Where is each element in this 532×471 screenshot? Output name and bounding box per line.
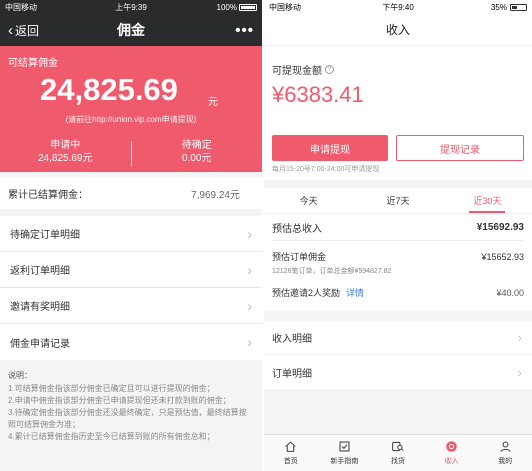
list-item-label: 订单明细 (272, 368, 312, 380)
carrier-label: 中国移动 (5, 2, 37, 12)
estimated-order-label: 预估订单佣金 (272, 252, 327, 262)
commission-screen: 中国移动 上午9:39 100% ‹ 返回 佣金 ••• 可结算佣金 24,82… (0, 0, 262, 471)
cumulative-value: 7,969.24元 (191, 189, 240, 201)
battery-icon (510, 3, 527, 11)
list-item-label: 邀请有奖明细 (10, 302, 70, 313)
list-item-label: 收入明细 (272, 334, 312, 345)
income-estimates: 预估总收入 ¥15692.93 预估订单佣金 ¥15652.93 12126笔订… (264, 214, 532, 311)
commission-menu: 待确定订单明细 › 返利订单明细 › 邀请有奖明细 › 佣金申请记录 › (0, 216, 262, 360)
withdrawable-card: 可提现金额 ? ¥6383.41 申请提现 提现记录 每月15-20号7:00-… (264, 46, 532, 180)
applying-label: 申请中 (50, 140, 81, 151)
note-line: 4.累计已结算佣金指历史至今已结算到账的所有佣金总和； (8, 432, 215, 441)
commission-summary: 可结算佣金 24,825.69 元 (请前往http://union.vip.c… (0, 46, 262, 172)
chevron-left-icon: ‹ (8, 21, 13, 39)
chevron-right-icon: › (247, 261, 252, 278)
list-item-label: 返利订单明细 (10, 266, 70, 277)
income-menu: 收入明细 › 订单明细 › (264, 321, 532, 389)
settleable-label: 可结算佣金 (8, 58, 58, 69)
list-item-commission-records[interactable]: 佣金申请记录 › (0, 324, 262, 360)
pending-label: 待确定 (181, 140, 212, 151)
carrier-label: 中国移动 (269, 2, 301, 12)
tabbar-label: 找货 (390, 458, 405, 465)
note-line: 2.申请中佣金指该部分佣金已申请提现但还未打款到账的佣金； (8, 396, 231, 405)
status-bar: 中国移动 上午9:39 100% (0, 0, 262, 14)
note-line: 3.待确定佣金指该部分佣金还没最终确定，只是预估值，最终结算按照可结算佣金为准； (8, 408, 247, 429)
applying-stat: 申请中 24,825.69元 (0, 139, 131, 172)
cumulative-label: 累计已结算佣金： (8, 189, 88, 201)
guide-icon (339, 441, 350, 452)
invite-detail-link[interactable]: 详情 (346, 288, 364, 298)
bottom-tab-bar: 首页 新手指南 找货 收入 我的 (264, 434, 532, 471)
list-item-label: 待确定订单明细 (10, 230, 80, 241)
list-item-invite-rewards[interactable]: 邀请有奖明细 › (0, 288, 262, 324)
withdrawable-label: 可提现金额 (272, 66, 322, 77)
cumulative-commission-row: 累计已结算佣金： 7,969.24元 (0, 177, 262, 209)
estimated-total-label: 预估总收入 (272, 223, 322, 235)
invite-reward-label: 预估邀请2人奖励 (272, 288, 341, 298)
period-tabs: 今天 近7天 近30天 (264, 188, 532, 214)
list-item-rebate-orders[interactable]: 返利订单明细 › (0, 252, 262, 288)
chevron-right-icon: › (247, 334, 252, 350)
list-item-label: 佣金申请记录 (10, 338, 70, 350)
tabbar-label: 新手指南 (330, 458, 359, 465)
list-item-pending-orders[interactable]: 待确定订单明细 › (0, 216, 262, 252)
back-button[interactable]: ‹ 返回 (8, 22, 39, 39)
pending-value: 0.00元 (182, 153, 212, 164)
nav-bar: ‹ 返回 佣金 ••• (0, 14, 262, 46)
settleable-amount: 24,825.69 (40, 72, 178, 107)
order-summary-note: 12126笔订单，订单总金额¥594827.82 (272, 268, 392, 275)
amount-unit: 元 (208, 97, 218, 108)
applying-value: 24,825.69元 (38, 153, 93, 164)
chevron-right-icon: › (247, 225, 252, 242)
income-screen: 中国移动 下午9:40 35% 收入 可提现金额 ? ¥6383.41 申请提现… (264, 0, 532, 471)
estimated-total-value: ¥15692.93 (476, 221, 524, 233)
tab-30-days[interactable]: 近30天 (443, 188, 532, 213)
battery-percent: 35% (490, 2, 507, 12)
tabbar-label: 收入 (444, 458, 459, 465)
chevron-right-icon: › (247, 297, 252, 314)
tab-7-days[interactable]: 近7天 (353, 188, 442, 213)
nav-bar: 收入 (264, 14, 532, 46)
question-icon[interactable]: ? (325, 65, 334, 74)
search-goods-icon (392, 441, 405, 452)
withdrawable-amount: ¥6383.41 (272, 82, 364, 107)
home-icon (285, 441, 297, 452)
note-line: 1.可结算佣金指该部分佣金已确定且可以进行提现的佣金； (8, 384, 215, 393)
tab-today[interactable]: 今天 (264, 188, 353, 213)
estimated-order-row: 预估订单佣金 ¥15652.93 (272, 241, 524, 263)
list-item-income-detail[interactable]: 收入明细 › (264, 321, 532, 355)
explanation-notes: 说明： 1.可结算佣金指该部分佣金已确定且可以进行提现的佣金； 2.申请中佣金指… (0, 360, 262, 443)
battery-percent: 100% (216, 2, 237, 12)
invite-reward-value: ¥40.00 (496, 287, 524, 298)
withdraw-hint: (请前往http://union.vip.com申请提现) (65, 115, 197, 124)
more-button[interactable]: ••• (235, 22, 254, 39)
page-title: 佣金 (117, 22, 145, 38)
invite-reward-row: 预估邀请2人奖励 详情 ¥40.00 (272, 276, 524, 311)
estimated-order-value: ¥15652.93 (481, 251, 524, 262)
chevron-right-icon: › (517, 330, 522, 345)
tabbar-label: 我的 (498, 458, 513, 465)
income-icon (446, 441, 457, 452)
commission-stats: 申请中 24,825.69元 待确定 0.00元 (0, 139, 262, 172)
apply-withdraw-button[interactable]: 申请提现 (272, 135, 388, 161)
tabbar-find-goods[interactable]: 找货 (371, 435, 425, 471)
battery-icon (239, 3, 257, 11)
profile-icon (500, 441, 511, 452)
tabbar-guide[interactable]: 新手指南 (318, 435, 372, 471)
tabbar-home[interactable]: 首页 (264, 435, 318, 471)
withdraw-window-note: 每月15-20号7:00-24:00可申请提现 (272, 166, 380, 173)
tabbar-profile[interactable]: 我的 (478, 435, 532, 471)
page-title: 收入 (385, 23, 410, 37)
status-bar: 中国移动 下午9:40 35% (264, 0, 532, 14)
estimated-total-row: 预估总收入 ¥15692.93 (272, 214, 524, 241)
chevron-right-icon: › (517, 364, 522, 380)
list-item-order-detail[interactable]: 订单明细 › (264, 355, 532, 389)
pending-stat: 待确定 0.00元 (132, 139, 263, 172)
back-label: 返回 (15, 23, 40, 38)
tabbar-income[interactable]: 收入 (425, 435, 479, 471)
withdraw-records-button[interactable]: 提现记录 (396, 135, 524, 161)
tabbar-label: 首页 (283, 458, 298, 465)
notes-heading: 说明： (8, 371, 32, 380)
